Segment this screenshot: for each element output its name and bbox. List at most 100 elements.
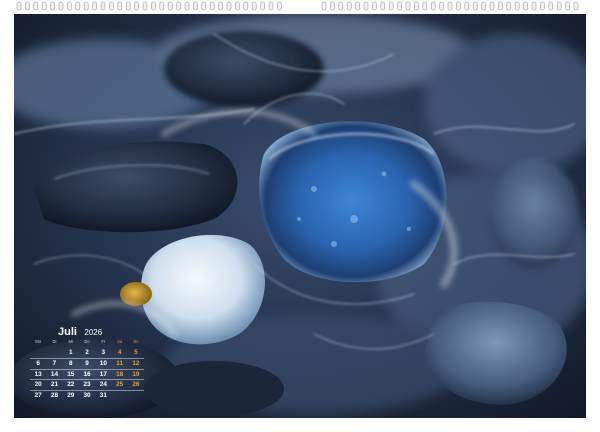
wire-loop bbox=[397, 1, 402, 11]
wire-loop bbox=[506, 1, 512, 11]
wire-loop bbox=[481, 1, 486, 11]
calendar-day: 23 bbox=[83, 381, 91, 389]
wire-loop bbox=[50, 1, 55, 11]
wire-loop bbox=[167, 1, 173, 11]
wire-loop bbox=[531, 1, 537, 11]
wire-loop bbox=[565, 1, 570, 11]
calendar-day: 4 bbox=[117, 348, 122, 356]
wire-loop bbox=[209, 1, 215, 11]
wire-loop bbox=[414, 1, 419, 11]
wire-loop bbox=[92, 1, 97, 11]
wire-loop bbox=[25, 1, 30, 11]
calendar-day: 27 bbox=[34, 391, 42, 399]
calendar-day: 14 bbox=[50, 370, 58, 378]
wire-loop bbox=[489, 1, 495, 11]
wire-loop bbox=[523, 1, 528, 11]
wire-loop bbox=[498, 1, 503, 11]
calendar-day: 28 bbox=[50, 391, 58, 399]
calendar-day: 10 bbox=[99, 359, 107, 367]
calendar-day: 17 bbox=[99, 370, 107, 378]
wire-loop bbox=[226, 1, 232, 11]
wire-loop bbox=[388, 1, 394, 11]
calendar-day: 18 bbox=[116, 370, 124, 378]
wire-loop bbox=[540, 1, 545, 11]
wire-loop bbox=[472, 1, 478, 11]
calendar-day: 29 bbox=[67, 391, 75, 399]
wire-loop bbox=[134, 1, 139, 11]
calendar-day: 20 bbox=[34, 381, 42, 389]
wire-loop bbox=[321, 1, 327, 11]
wire-loop bbox=[573, 1, 579, 11]
wire-loop bbox=[83, 1, 89, 11]
wire-loop bbox=[405, 1, 411, 11]
weekday-header: Fr bbox=[101, 339, 106, 345]
wire-loop bbox=[346, 1, 352, 11]
wire-loop bbox=[556, 1, 562, 11]
calendar-day: 1 bbox=[68, 348, 73, 356]
wire-loop bbox=[151, 1, 156, 11]
calendar-day: 22 bbox=[67, 381, 75, 389]
wire-loop bbox=[422, 1, 428, 11]
wire-loop bbox=[100, 1, 106, 11]
weekday-header: Do bbox=[84, 339, 90, 345]
wire-loop bbox=[251, 1, 257, 11]
wire-loop bbox=[456, 1, 461, 11]
wire-loop bbox=[363, 1, 369, 11]
wire-loop bbox=[430, 1, 436, 11]
wire-loop bbox=[176, 1, 181, 11]
calendar-header: Juli 2026 bbox=[58, 322, 103, 338]
wire-loop bbox=[464, 1, 470, 11]
calendar-day: 3 bbox=[101, 348, 106, 356]
wire-loop bbox=[243, 1, 249, 11]
wire-loop bbox=[355, 1, 360, 11]
wire-loop bbox=[33, 1, 39, 11]
weekday-header: So bbox=[133, 339, 139, 345]
calendar-day: 12 bbox=[132, 359, 140, 367]
wire-loop bbox=[109, 1, 114, 11]
weekday-header: Di bbox=[52, 339, 57, 345]
calendar-day: 15 bbox=[67, 370, 75, 378]
wire-loop bbox=[201, 1, 207, 11]
calendar-grid: Mo Di Mi Do Fr Sa So 1 2 3 4 5 6 7 8 9 10 11 12 13 14 15 16 17 1… bbox=[30, 337, 145, 401]
calendar-day: 7 bbox=[52, 359, 57, 367]
calendar-week-row: 13 14 15 16 17 18 19 bbox=[30, 368, 145, 380]
calendar-day: 8 bbox=[68, 359, 73, 367]
calendar-day: 25 bbox=[116, 381, 124, 389]
wire-loop bbox=[16, 1, 22, 11]
weekday-header: Mo bbox=[35, 339, 42, 345]
wire-loop bbox=[41, 1, 47, 11]
wire-loop bbox=[277, 1, 282, 11]
calendar-day: 16 bbox=[83, 370, 91, 378]
wire-loop bbox=[268, 1, 274, 11]
calendar-day: 21 bbox=[50, 381, 58, 389]
calendar-week-row: 1 2 3 4 5 bbox=[30, 348, 144, 359]
wire-loop bbox=[235, 1, 240, 11]
wire-loop bbox=[439, 1, 444, 11]
calendar-day: 30 bbox=[83, 391, 91, 399]
calendar-day: 26 bbox=[132, 381, 140, 389]
wire-loop bbox=[218, 1, 223, 11]
wire-loop bbox=[193, 1, 198, 11]
year-label: 2026 bbox=[84, 328, 103, 337]
month-calendar: Juli 2026 Mo Di Mi Do Fr Sa So 1 2 3 4 5 6 7 8 9 10 11 12 1… bbox=[30, 322, 148, 401]
calendar-day: 11 bbox=[116, 359, 124, 367]
calendar-week-row: 27 28 29 30 31 bbox=[30, 389, 145, 401]
wire-loop bbox=[380, 1, 386, 11]
wire-loop bbox=[514, 1, 520, 11]
wire-loop bbox=[75, 1, 81, 11]
calendar-day: 24 bbox=[99, 381, 107, 389]
wire-loop bbox=[184, 1, 190, 11]
calendar-day: 2 bbox=[85, 348, 89, 356]
wire-loop bbox=[338, 1, 344, 11]
wire-loop bbox=[67, 1, 72, 11]
wire-loop bbox=[58, 1, 64, 11]
weekday-header: Sa bbox=[117, 339, 123, 345]
wire-loop bbox=[330, 1, 335, 11]
wire-loop bbox=[125, 1, 131, 11]
calendar-day: 13 bbox=[34, 370, 42, 378]
weekday-header-row: Mo Di Mi Do Fr Sa So bbox=[30, 337, 144, 348]
wire-loop bbox=[260, 1, 265, 11]
wire-loop bbox=[117, 1, 123, 11]
wire-loop bbox=[159, 1, 165, 11]
calendar-day: 19 bbox=[132, 370, 140, 378]
